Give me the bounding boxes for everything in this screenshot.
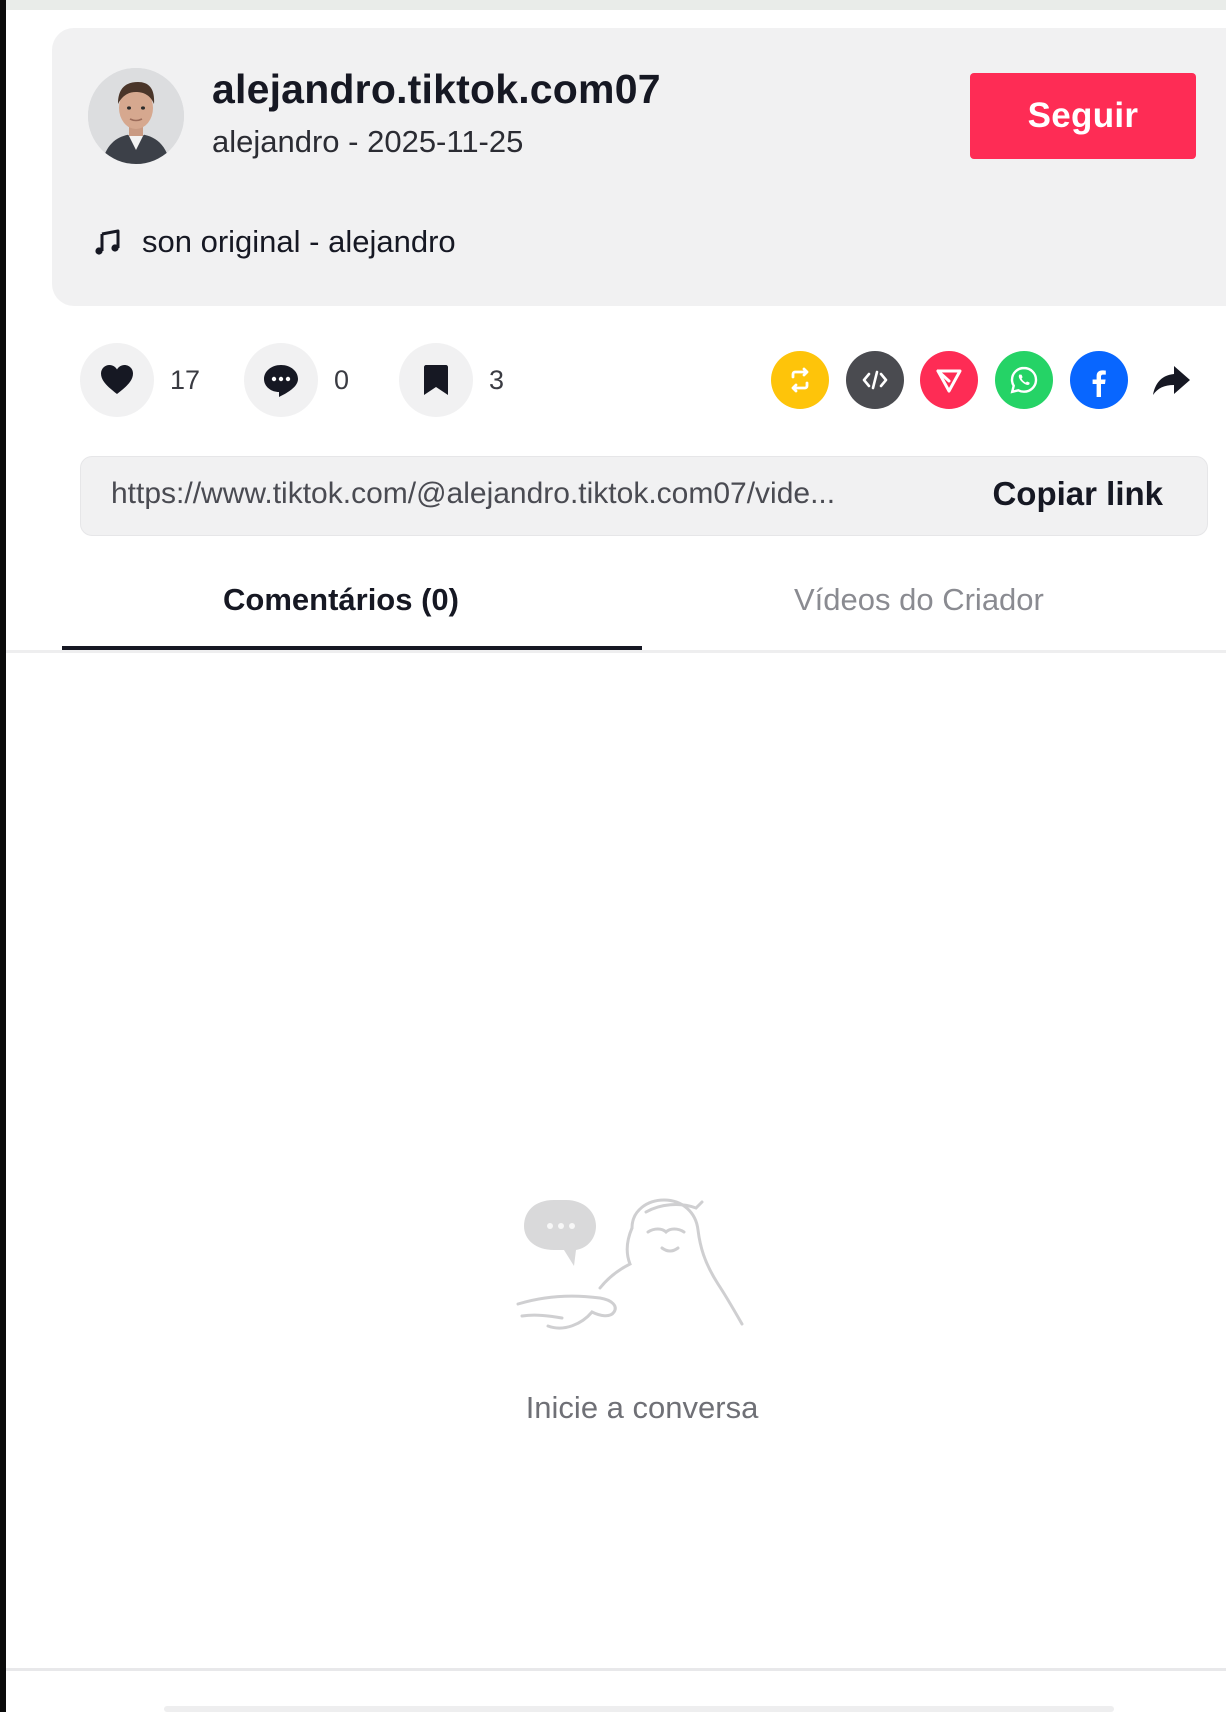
like-count: 17 <box>170 364 201 395</box>
avatar-image <box>88 68 184 164</box>
top-edge-band <box>0 0 1226 10</box>
music-title: son original - alejandro <box>142 224 456 259</box>
left-edge-rule <box>0 0 6 1712</box>
video-url[interactable]: https://www.tiktok.com/@alejandro.tiktok… <box>111 477 835 511</box>
music-link[interactable]: son original - alejandro <box>92 222 456 262</box>
repost-button[interactable] <box>771 351 829 409</box>
empty-comments-illustration <box>516 1198 744 1330</box>
repost-icon <box>791 367 809 393</box>
tab-creator-videos[interactable]: Vídeos do Criador <box>794 582 1044 618</box>
active-tab-indicator <box>62 646 642 650</box>
video-link-bar: https://www.tiktok.com/@alejandro.tiktok… <box>80 456 1208 536</box>
bookmark-icon <box>424 365 448 395</box>
like-button[interactable] <box>80 343 154 417</box>
heart-icon <box>101 365 133 394</box>
embed-icon <box>862 370 888 390</box>
whatsapp-share-button[interactable] <box>995 351 1053 409</box>
empty-state-text: Inicie a conversa <box>525 1390 759 1425</box>
facebook-icon <box>1092 370 1106 397</box>
save-button[interactable] <box>399 343 473 417</box>
author-username[interactable]: alejandro.tiktok.com07 <box>212 66 661 113</box>
tab-comments[interactable]: Comentários (0) <box>223 582 459 618</box>
comment-count: 0 <box>334 364 350 395</box>
bottom-divider <box>6 1668 1226 1671</box>
follow-button[interactable]: Seguir <box>970 73 1196 159</box>
comment-stat: 0 <box>244 343 349 417</box>
author-nickname-date: alejandro - 2025-11-25 <box>212 124 524 159</box>
comment-bubble-icon <box>264 365 298 397</box>
comment-input-area-edge <box>164 1706 1114 1712</box>
facebook-share-button[interactable] <box>1070 351 1128 409</box>
avatar[interactable] <box>88 68 184 164</box>
music-note-icon <box>95 229 120 255</box>
tabs-divider <box>6 650 1226 653</box>
send-to-friends-icon <box>936 369 962 393</box>
comment-button[interactable] <box>244 343 318 417</box>
save-count: 3 <box>489 364 505 395</box>
send-to-friends-button[interactable] <box>920 351 978 409</box>
whatsapp-icon <box>1010 366 1038 394</box>
like-stat: 17 <box>80 343 200 417</box>
share-more-icon[interactable] <box>1150 360 1194 400</box>
embed-button[interactable] <box>846 351 904 409</box>
save-stat: 3 <box>399 343 504 417</box>
copy-link-button[interactable]: Copiar link <box>992 475 1163 513</box>
